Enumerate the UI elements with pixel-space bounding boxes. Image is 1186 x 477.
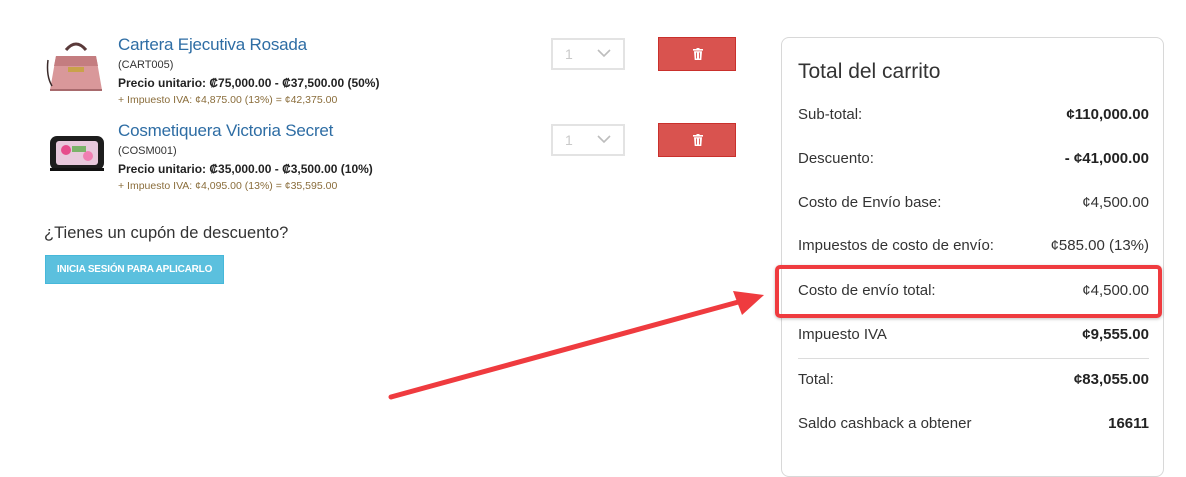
annotation-arrow-icon xyxy=(388,291,764,400)
